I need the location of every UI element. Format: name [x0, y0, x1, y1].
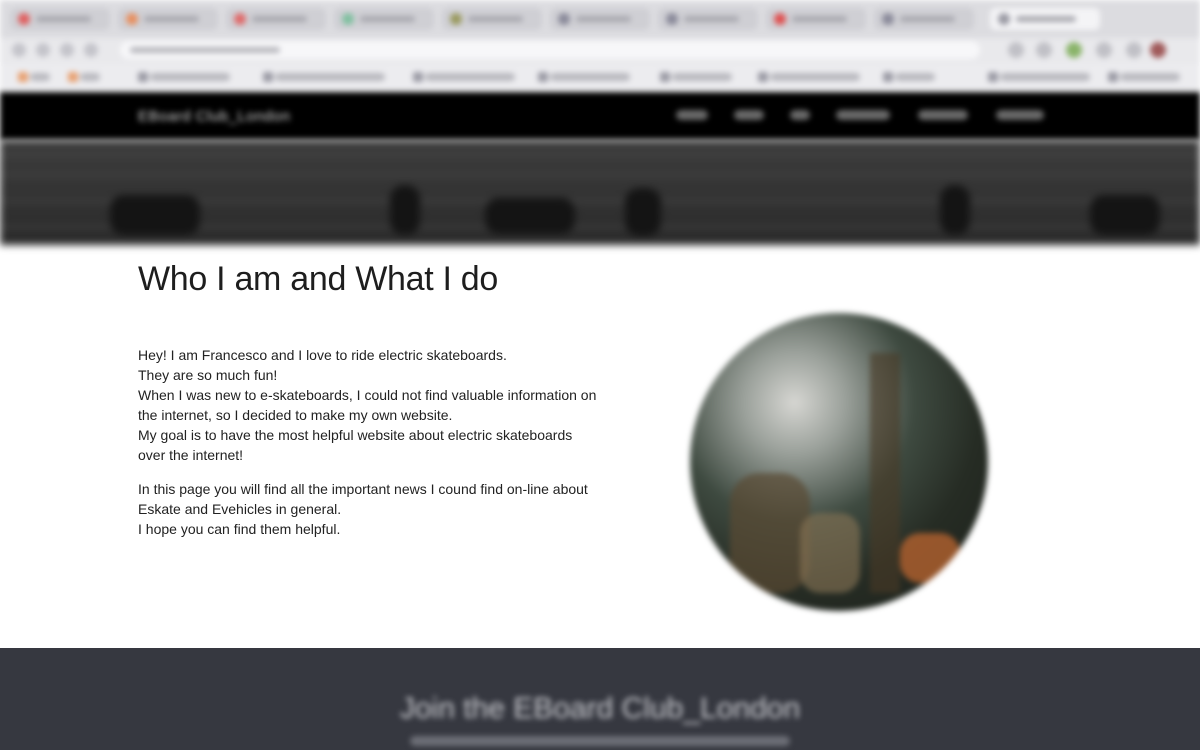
tab-favicon-icon	[666, 13, 678, 25]
browser-tab-strip	[0, 0, 1200, 38]
footer: Join the EBoard Club_London	[0, 648, 1200, 750]
browser-tab[interactable]	[226, 8, 326, 30]
bookmark-item[interactable]	[413, 72, 515, 82]
extension-icon[interactable]	[1008, 42, 1024, 58]
nav-link[interactable]	[918, 110, 968, 120]
browser-tab[interactable]	[118, 8, 218, 30]
new-tab-button[interactable]	[1108, 8, 1132, 30]
nav-link[interactable]	[996, 110, 1044, 120]
reload-icon[interactable]	[60, 43, 74, 57]
intro-line: When I was new to e-skateboards, I could…	[138, 387, 597, 403]
browser-tab-active[interactable]	[990, 8, 1100, 30]
page-title: Who I am and What I do	[138, 260, 499, 298]
tab-favicon-icon	[882, 13, 894, 25]
site-brand[interactable]: EBoard Club_London	[138, 108, 290, 125]
intro-paragraph: Hey! I am Francesco and I love to ride e…	[138, 345, 608, 465]
footer-title: Join the EBoard Club_London	[399, 692, 801, 725]
site-navbar: EBoard Club_London	[0, 92, 1200, 140]
bookmark-item[interactable]	[988, 72, 1090, 82]
back-icon[interactable]	[12, 43, 26, 57]
nav-link[interactable]	[676, 110, 708, 120]
bookmark-item[interactable]	[18, 72, 50, 82]
bookmark-item[interactable]	[758, 72, 860, 82]
bookmark-item[interactable]	[883, 72, 935, 82]
bookmark-item[interactable]	[263, 72, 385, 82]
bookmark-item[interactable]	[538, 72, 630, 82]
browser-tab[interactable]	[442, 8, 542, 30]
footer-subtitle	[410, 736, 790, 746]
news-line: I hope you can find them helpful.	[138, 521, 341, 537]
browser-tab[interactable]	[334, 8, 434, 30]
tab-favicon-icon	[126, 13, 138, 25]
intro-line: over the internet!	[138, 447, 244, 463]
intro-line: My goal is to have the most helpful webs…	[138, 427, 573, 443]
home-icon[interactable]	[84, 43, 98, 57]
tab-favicon-icon	[558, 13, 570, 25]
tab-favicon-icon	[450, 13, 462, 25]
news-paragraph: In this page you will find all the impor…	[138, 479, 608, 539]
bookmark-item[interactable]	[68, 72, 100, 82]
profile-avatar[interactable]	[1150, 42, 1166, 58]
bookmark-item[interactable]	[138, 72, 230, 82]
browser-chrome	[0, 0, 1200, 92]
browser-tab[interactable]	[874, 8, 974, 30]
profile-photo	[690, 313, 988, 611]
intro-line: They are so much fun!	[138, 367, 278, 383]
extension-icon[interactable]	[1096, 42, 1112, 58]
browser-tab[interactable]	[550, 8, 650, 30]
news-line: In this page you will find all the impor…	[138, 481, 588, 497]
tab-favicon-icon	[998, 13, 1010, 25]
browser-tab[interactable]	[658, 8, 758, 30]
nav-link[interactable]	[790, 110, 810, 120]
nav-link[interactable]	[836, 110, 890, 120]
address-bar[interactable]	[120, 41, 980, 59]
nav-link[interactable]	[734, 110, 764, 120]
extension-icon[interactable]	[1066, 42, 1082, 58]
browser-tab[interactable]	[766, 8, 866, 30]
bookmark-item[interactable]	[660, 72, 732, 82]
intro-line: Hey! I am Francesco and I love to ride e…	[138, 347, 507, 363]
tab-favicon-icon	[234, 13, 246, 25]
tab-favicon-icon	[774, 13, 786, 25]
browser-tab[interactable]	[10, 8, 110, 30]
extension-icon[interactable]	[1126, 42, 1142, 58]
forward-icon[interactable]	[36, 43, 50, 57]
hero-banner	[0, 140, 1200, 245]
extension-icon[interactable]	[1036, 42, 1052, 58]
bookmarks-bar	[0, 64, 1200, 90]
news-line: Eskate and Evehicles in general.	[138, 501, 342, 517]
tab-favicon-icon	[18, 13, 30, 25]
bookmark-item[interactable]	[1108, 72, 1180, 82]
intro-line: the internet, so I decided to make my ow…	[138, 407, 453, 423]
about-section: Who I am and What I do Hey! I am Frances…	[104, 255, 1200, 640]
tab-favicon-icon	[342, 13, 354, 25]
